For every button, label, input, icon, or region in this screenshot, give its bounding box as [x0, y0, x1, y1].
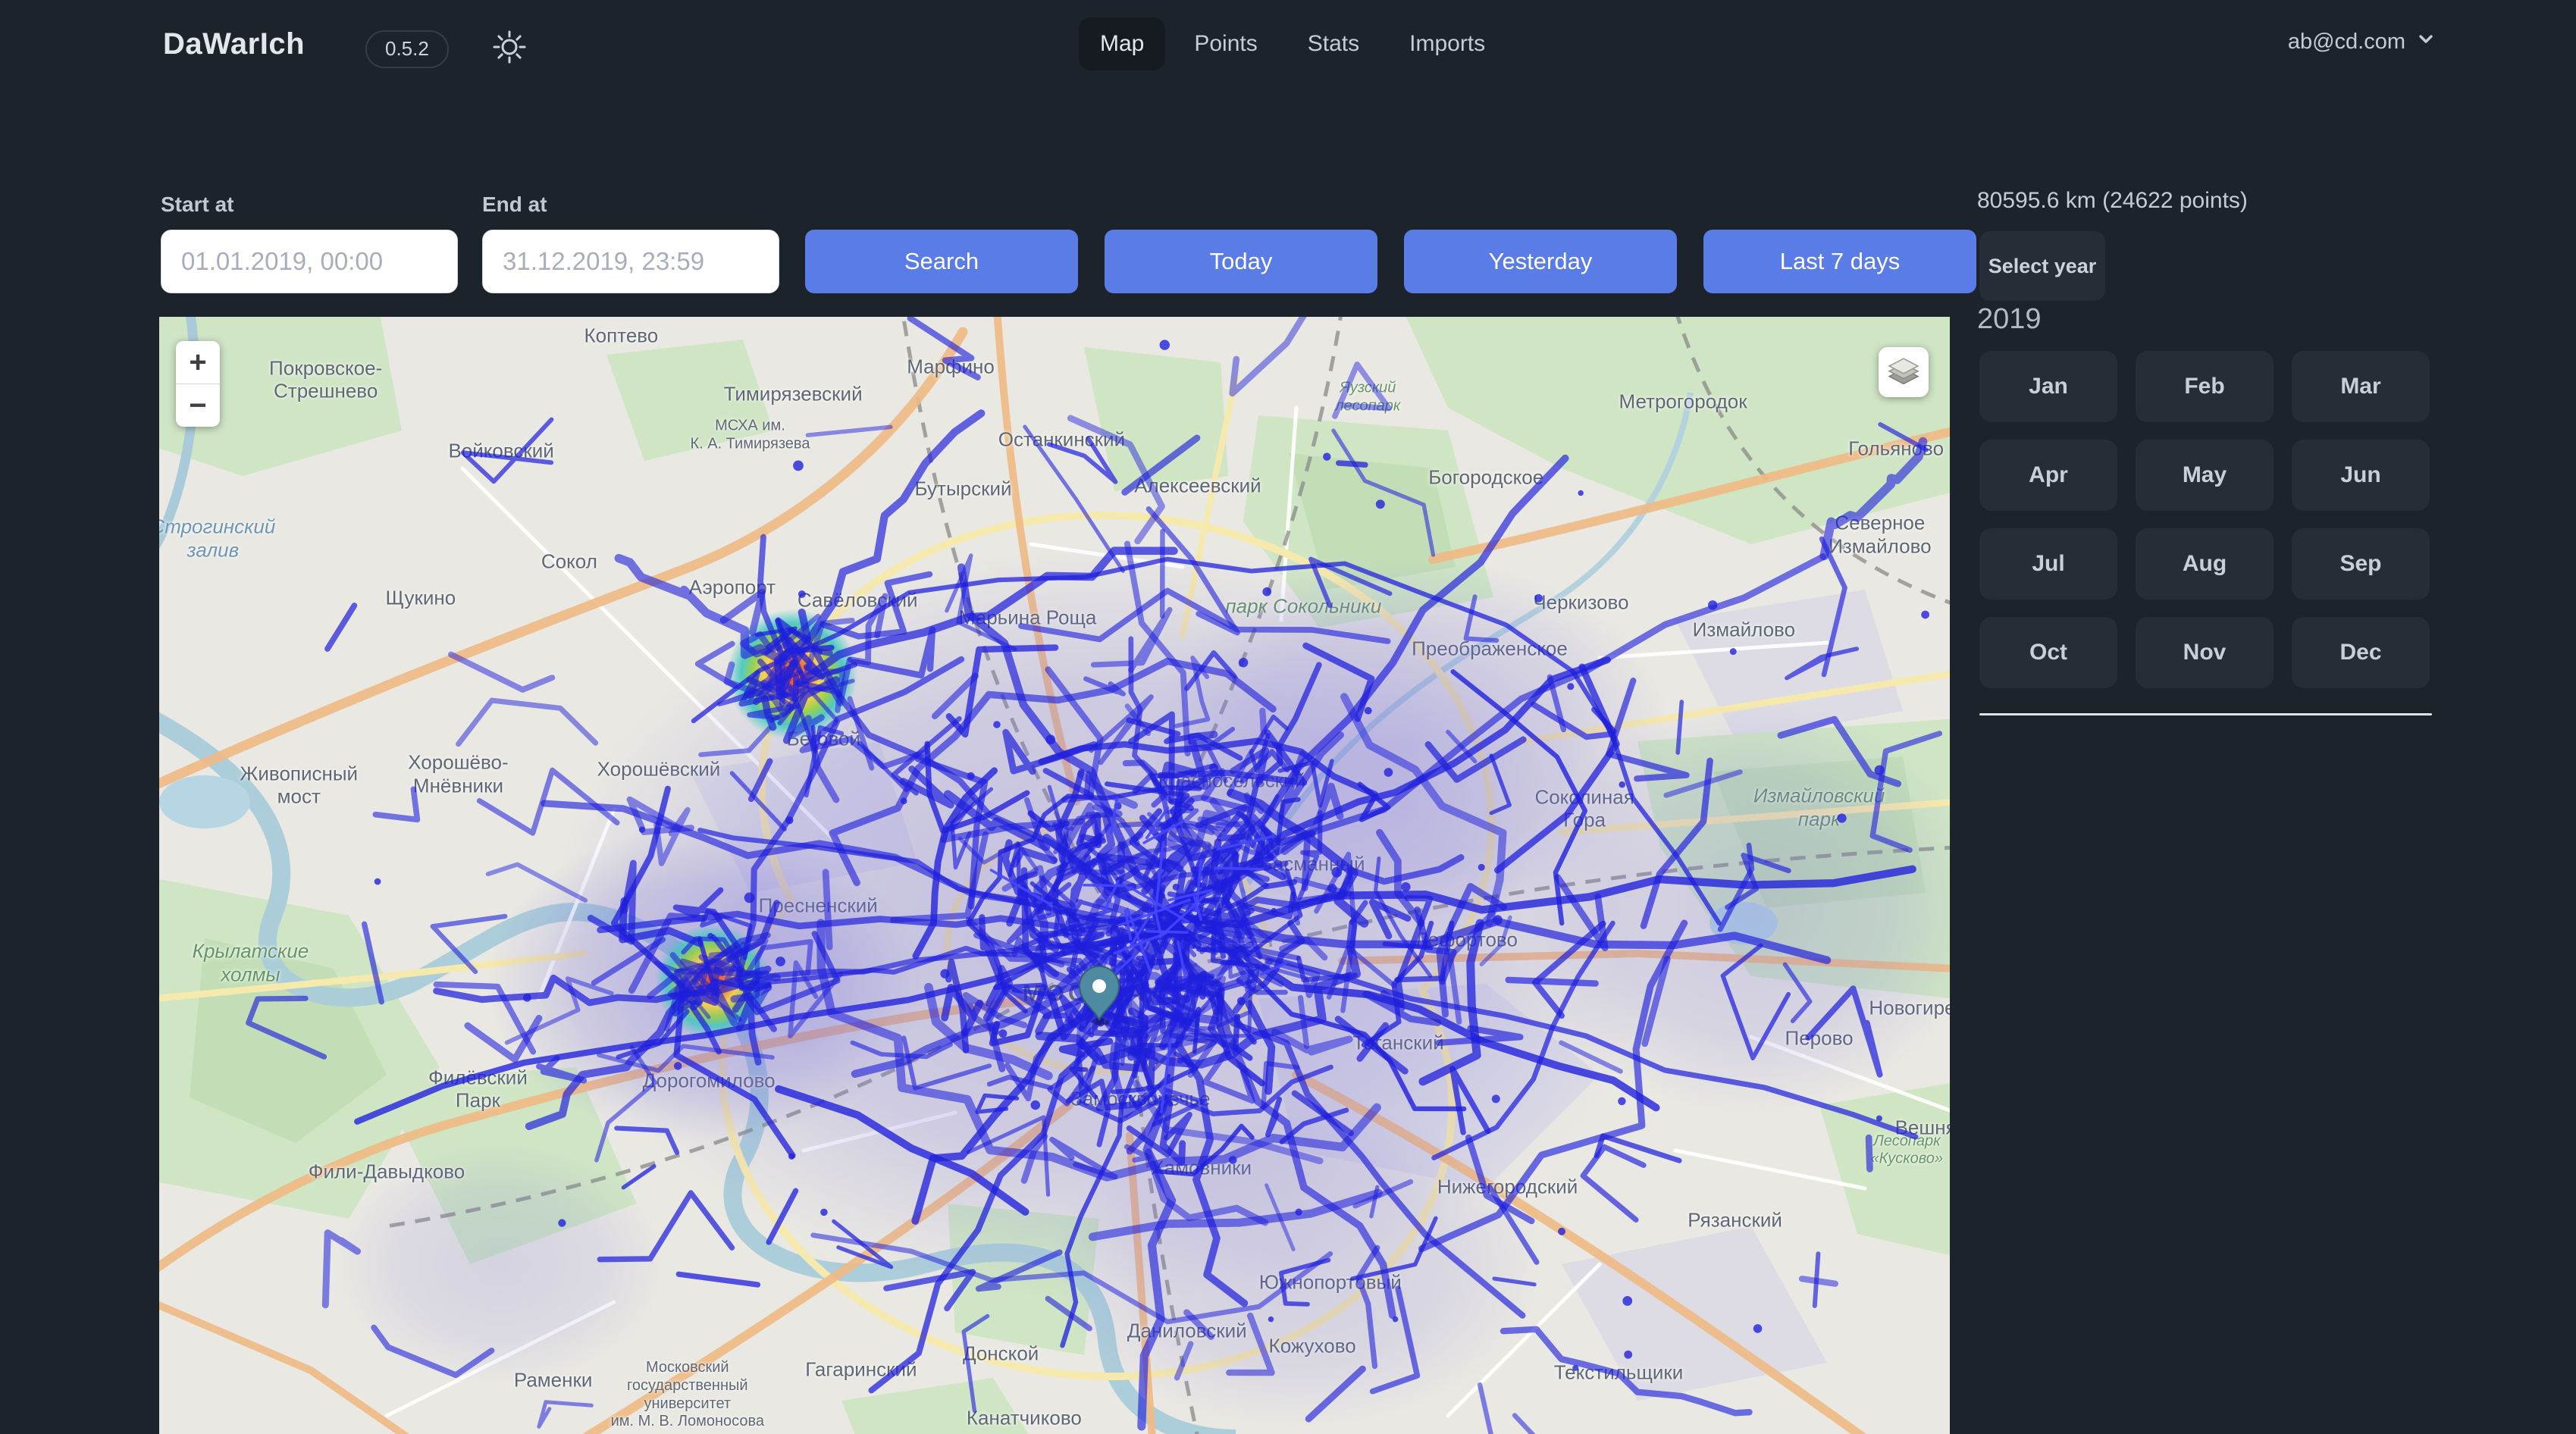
nav-item-imports[interactable]: Imports — [1388, 17, 1506, 70]
select-year-button[interactable]: Select year — [1979, 231, 2105, 301]
month-button-jul[interactable]: Jul — [1979, 528, 2117, 600]
layers-icon — [1885, 352, 1923, 393]
distance-stats: 80595.6 km (24622 points) — [1977, 188, 2248, 214]
month-button-jun[interactable]: Jun — [2292, 440, 2430, 511]
month-button-oct[interactable]: Oct — [1979, 617, 2117, 688]
zoom-in-button[interactable]: + — [176, 341, 220, 384]
year-heading: 2019 — [1977, 303, 2042, 336]
gps-tracks-layer — [159, 317, 1950, 1434]
month-grid: Jan Feb Mar Apr May Jun Jul Aug Sep Oct … — [1979, 351, 2430, 688]
app-logo[interactable]: DaWarIch — [163, 27, 305, 61]
end-at-input[interactable] — [482, 230, 779, 293]
user-menu[interactable]: ab@cd.com — [2288, 27, 2437, 56]
last-7-days-button[interactable]: Last 7 days — [1703, 230, 1976, 293]
nav-item-points[interactable]: Points — [1173, 17, 1278, 70]
month-button-sep[interactable]: Sep — [2292, 528, 2430, 600]
nav-item-map[interactable]: Map — [1079, 17, 1165, 70]
theme-toggle-button[interactable] — [491, 29, 528, 65]
chevron-down-icon — [2415, 27, 2437, 56]
month-button-mar[interactable]: Mar — [2292, 351, 2430, 422]
month-button-nov[interactable]: Nov — [2136, 617, 2274, 688]
month-button-apr[interactable]: Apr — [1979, 440, 2117, 511]
version-badge: 0.5.2 — [365, 30, 449, 68]
start-at-label: Start at — [161, 193, 233, 217]
month-button-jan[interactable]: Jan — [1979, 351, 2117, 422]
month-button-aug[interactable]: Aug — [2136, 528, 2274, 600]
user-email: ab@cd.com — [2288, 30, 2405, 55]
month-button-dec[interactable]: Dec — [2292, 617, 2430, 688]
map-zoom-control: + − — [176, 341, 220, 427]
yesterday-button[interactable]: Yesterday — [1404, 230, 1677, 293]
end-at-label: End at — [482, 193, 547, 217]
layers-control[interactable] — [1879, 347, 1929, 397]
sun-icon — [491, 55, 528, 68]
zoom-out-button[interactable]: − — [176, 384, 220, 427]
nav-item-stats[interactable]: Stats — [1286, 17, 1380, 70]
search-button[interactable]: Search — [805, 230, 1078, 293]
map-canvas[interactable]: КоптевоПокровское- СтрешневоТимирязевски… — [159, 317, 1950, 1434]
today-button[interactable]: Today — [1105, 230, 1377, 293]
start-at-input[interactable] — [161, 230, 458, 293]
month-button-feb[interactable]: Feb — [2136, 351, 2274, 422]
main-nav: Map Points Stats Imports — [1079, 17, 1506, 70]
month-button-may[interactable]: May — [2136, 440, 2274, 511]
sidebar-divider — [1979, 713, 2432, 715]
